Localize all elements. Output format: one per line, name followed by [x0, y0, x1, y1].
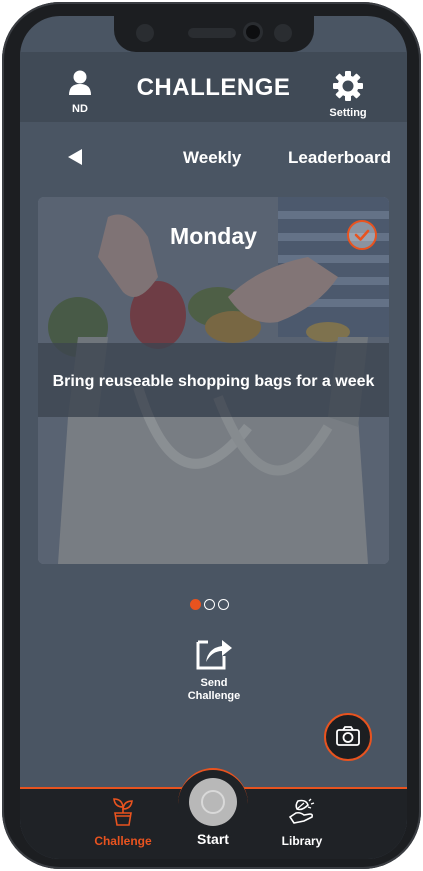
completed-check-badge[interactable]: [347, 220, 377, 250]
card-pagination: [190, 596, 232, 611]
plant-icon: [113, 798, 133, 826]
send-challenge-button[interactable]: Send Challenge: [178, 634, 250, 703]
send-label-line2: Challenge: [187, 690, 241, 702]
app-screen: ND CHALLENGE Setting Weekly Leaderboard …: [20, 16, 407, 859]
start-label: Start: [197, 831, 229, 847]
app-header: ND CHALLENGE Setting: [20, 52, 407, 122]
camera-button[interactable]: [324, 713, 372, 761]
record-icon: [201, 790, 225, 814]
challenge-description: Bring reuseable shopping bags for a week: [52, 373, 375, 390]
send-label-line1: Send: [200, 677, 228, 689]
tab-challenge-label: Challenge: [94, 834, 152, 848]
page-dot-1[interactable]: [190, 599, 201, 611]
share-icon: [196, 640, 232, 670]
challenge-day: Monday: [170, 223, 257, 249]
phone-frame: ND CHALLENGE Setting Weekly Leaderboard …: [2, 2, 421, 869]
sensor-icon: [274, 24, 292, 42]
phone-notch: [114, 16, 314, 52]
tab-library[interactable]: Library: [272, 797, 332, 848]
settings-button[interactable]: Setting: [323, 70, 373, 119]
sensor-icon: [136, 24, 154, 42]
tab-library-label: Library: [281, 834, 323, 848]
speaker-grille: [188, 28, 236, 38]
checkmark-icon: [354, 229, 370, 241]
profile-label: ND: [72, 103, 88, 115]
start-button[interactable]: [189, 778, 237, 826]
back-arrow-icon[interactable]: [68, 149, 82, 165]
page-dot-2[interactable]: [204, 599, 215, 611]
tab-leaderboard[interactable]: Leaderboard: [288, 148, 391, 168]
gear-icon: [333, 71, 363, 101]
camera-icon: [336, 726, 360, 746]
settings-label: Setting: [329, 107, 367, 119]
challenge-card[interactable]: Monday Bring reuseable shopping bags for…: [38, 197, 389, 564]
hand-leaf-icon: [288, 798, 315, 824]
tab-challenge[interactable]: Challenge: [90, 797, 156, 848]
page-dot-3[interactable]: [218, 599, 229, 611]
tab-weekly[interactable]: Weekly: [183, 148, 241, 168]
front-camera-icon: [246, 25, 260, 39]
